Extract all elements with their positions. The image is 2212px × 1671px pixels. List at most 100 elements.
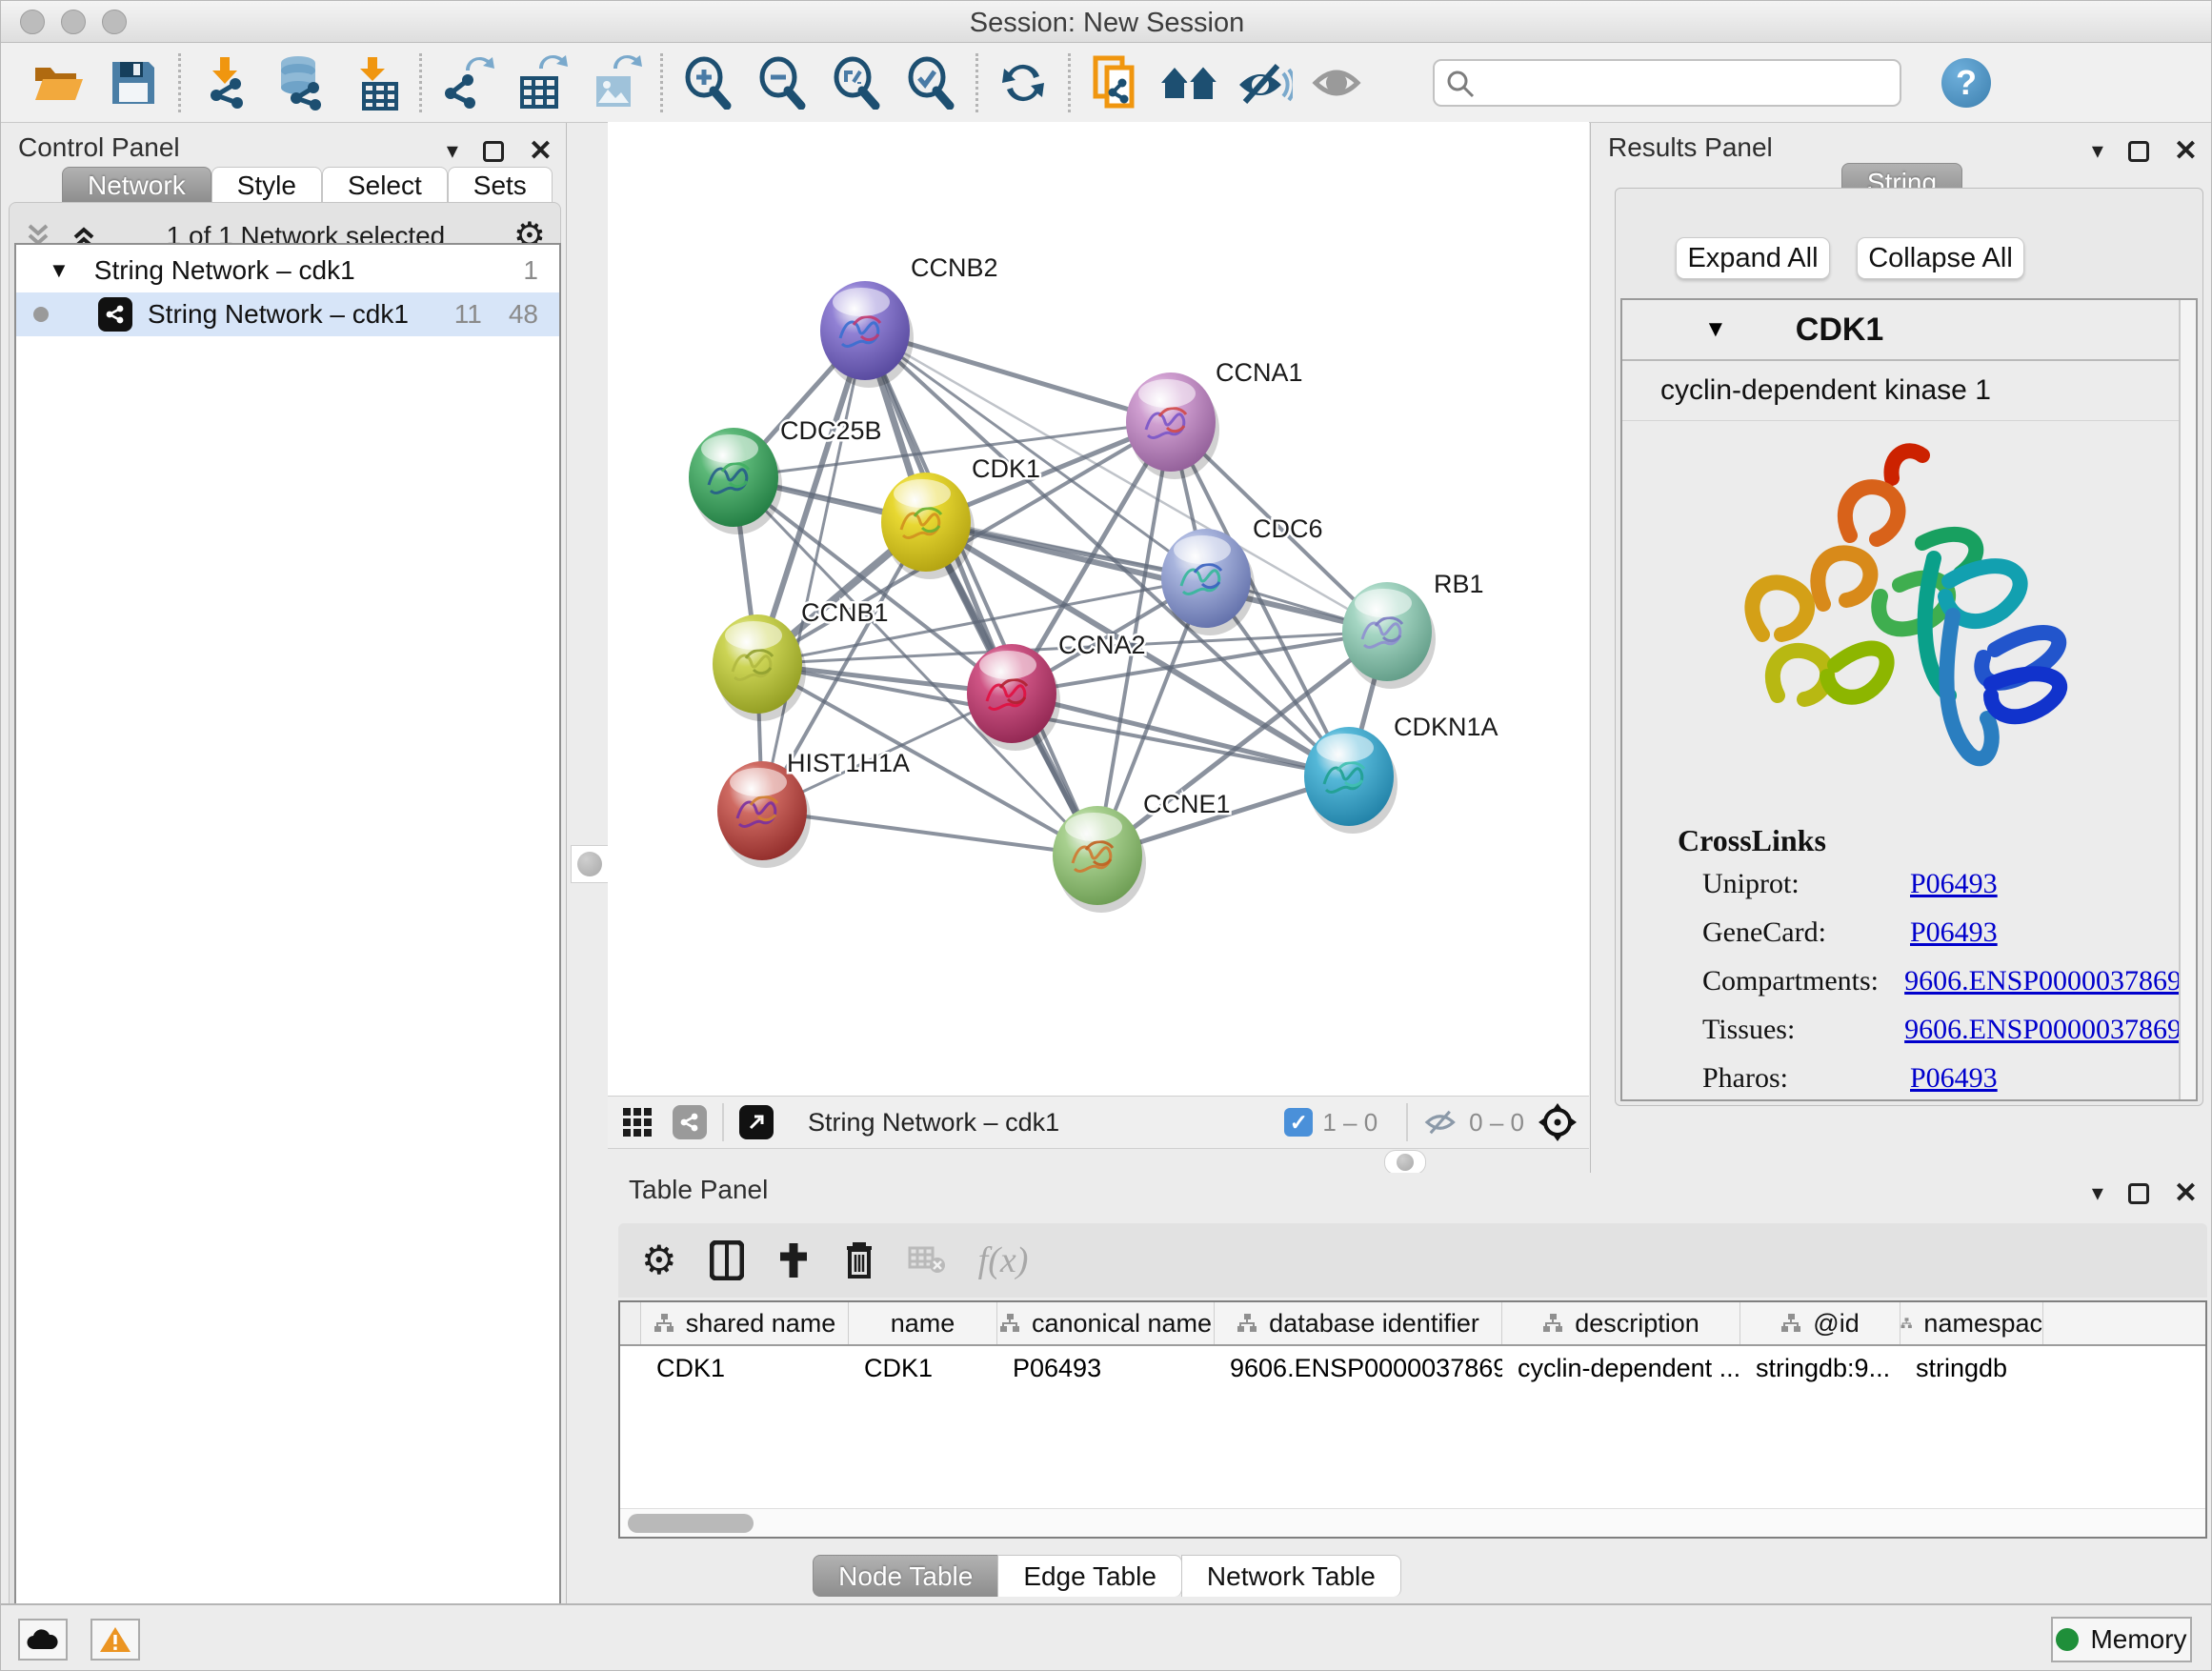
horizontal-splitter-handle[interactable] (1384, 1150, 1426, 1175)
crosslink-link[interactable]: 9606.ENSP00000378699 (1904, 1014, 2196, 1046)
expand-all-button[interactable]: Expand All (1676, 237, 1830, 279)
tab-network-table[interactable]: Network Table (1181, 1555, 1401, 1597)
column-header-description[interactable]: description (1502, 1302, 1740, 1344)
import-network-file-button[interactable] (189, 49, 263, 117)
edge-HIST1H1A-CCNE1[interactable] (762, 811, 1097, 856)
network-name-label: String Network – cdk1 (148, 299, 409, 330)
node-RB1[interactable]: RB1 (1342, 570, 1484, 689)
open-in-window-button[interactable] (739, 1105, 774, 1139)
network-view-canvas[interactable]: CCNB2CCNA1CDC25BCDK1CDC6RB1CCNB1CCNA2CDK… (608, 122, 1589, 1096)
collapse-gene-icon[interactable]: ▼ (1704, 316, 1727, 343)
zoom-in-button[interactable] (671, 49, 745, 117)
search-input[interactable] (1433, 59, 1901, 107)
table-cell[interactable]: P06493 (997, 1348, 1215, 1390)
network-tree-child-row[interactable]: String Network – cdk1 11 48 (16, 292, 559, 336)
string-view-icon[interactable] (673, 1105, 707, 1139)
delete-column-icon[interactable] (843, 1240, 875, 1280)
table-cell[interactable]: CDK1 (641, 1348, 849, 1390)
memory-button[interactable]: Memory (2051, 1617, 2192, 1662)
node-CDC6[interactable]: CDC6 (1161, 514, 1323, 635)
open-session-button[interactable] (22, 49, 96, 117)
selected-checkbox-icon[interactable]: ✓ (1284, 1108, 1313, 1137)
vertical-splitter-handle[interactable] (571, 845, 609, 883)
table-horizontal-scrollbar[interactable] (620, 1508, 2205, 1537)
current-network-name: String Network – cdk1 (808, 1108, 1059, 1137)
table-cell[interactable]: cyclin-dependent ... (1502, 1348, 1740, 1390)
table-cell[interactable]: 9606.ENSP00000378699 (1215, 1348, 1502, 1390)
column-header-name[interactable]: name (849, 1302, 997, 1344)
crosslink-link[interactable]: P06493 (1910, 916, 1998, 949)
node-CCNB2[interactable]: CCNB2 (820, 253, 998, 388)
export-network-button[interactable] (430, 49, 504, 117)
show-hidden-button[interactable] (1301, 49, 1376, 117)
node-CCNA1[interactable]: CCNA1 (1126, 358, 1303, 479)
network-graph[interactable]: CCNB2CCNA1CDC25BCDK1CDC6RB1CCNB1CCNA2CDK… (608, 122, 1589, 1096)
node-CDKN1A[interactable]: CDKN1A (1304, 713, 1498, 834)
birds-eye-view-icon[interactable] (1538, 1102, 1578, 1142)
help-button[interactable]: ? (1941, 58, 1991, 108)
column-header-database-identifier[interactable]: database identifier (1215, 1302, 1502, 1344)
eye-gray-icon (1310, 58, 1367, 108)
collapse-all-button[interactable]: Collapse All (1857, 237, 2024, 279)
table-options-gear-icon[interactable]: ⚙ (641, 1240, 677, 1280)
column-header-canonical-name[interactable]: canonical name (997, 1302, 1215, 1344)
tab-style[interactable]: Style (211, 167, 322, 203)
node-CCNE1[interactable]: CCNE1 (1053, 790, 1231, 913)
collapse-panel-icon[interactable]: ▾ (2092, 1179, 2103, 1207)
column-header-shared-name[interactable]: shared name (641, 1302, 849, 1344)
gene-header-row[interactable]: ▼ CDK1 (1622, 300, 2196, 361)
zoom-fit-button[interactable] (819, 49, 894, 117)
create-column-icon[interactable] (776, 1241, 811, 1279)
grid-view-icon[interactable] (621, 1106, 654, 1138)
float-panel-icon[interactable] (2128, 1183, 2149, 1204)
table-cell[interactable]: CDK1 (849, 1348, 997, 1390)
column-header--id[interactable]: @id (1740, 1302, 1900, 1344)
collapse-panel-icon[interactable]: ▾ (2092, 137, 2103, 165)
zoom-out-icon (755, 56, 809, 110)
warnings-button[interactable] (90, 1619, 140, 1661)
tab-network[interactable]: Network (62, 167, 211, 203)
cloud-button[interactable] (18, 1619, 68, 1661)
tab-sets[interactable]: Sets (448, 167, 553, 203)
import-network-database-button[interactable] (263, 49, 337, 117)
table-cell[interactable]: stringdb (1900, 1348, 2043, 1390)
toolbar-separator (1068, 53, 1071, 112)
zoom-selected-button[interactable] (894, 49, 968, 117)
table-data-row[interactable]: CDK1CDK1P064939606.ENSP00000378699cyclin… (620, 1348, 2207, 1390)
save-session-button[interactable] (96, 49, 171, 117)
crosslink-row: Tissues:9606.ENSP00000378699 (1702, 1014, 2196, 1046)
export-image-button[interactable] (578, 49, 653, 117)
tree-expand-icon[interactable]: ▼ (49, 258, 70, 283)
table-cell[interactable]: stringdb:9... (1740, 1348, 1900, 1390)
results-scrollbar[interactable] (2179, 300, 2196, 1099)
scrollbar-thumb[interactable] (628, 1514, 754, 1533)
column-header-namespac[interactable]: namespac (1900, 1302, 2043, 1344)
crosslink-link[interactable]: P06493 (1910, 1062, 1998, 1095)
import-table-file-button[interactable] (337, 49, 412, 117)
crosslink-link[interactable]: P06493 (1910, 868, 1998, 900)
show-all-networks-button[interactable] (1153, 49, 1227, 117)
node-HIST1H1A[interactable]: HIST1H1A (717, 749, 910, 868)
column-type-icon (1237, 1313, 1257, 1334)
close-panel-icon[interactable]: ✕ (2174, 1177, 2198, 1210)
node-CDK1[interactable]: CDK1 (881, 454, 1040, 579)
float-panel-icon[interactable] (483, 141, 504, 162)
crosslink-label: GeneCard: (1702, 916, 1910, 949)
tab-select[interactable]: Select (322, 167, 448, 203)
close-panel-icon[interactable]: ✕ (529, 134, 553, 168)
crosslink-link[interactable]: 9606.ENSP00000378699 (1904, 965, 2196, 997)
export-table-button[interactable] (504, 49, 578, 117)
show-columns-icon[interactable] (710, 1240, 744, 1280)
edge-CCNB2-HIST1H1A[interactable] (762, 331, 865, 811)
apply-layout-button[interactable] (986, 49, 1060, 117)
tab-node-table[interactable]: Node Table (813, 1555, 998, 1597)
node-table[interactable]: shared namenamecanonical name database id… (618, 1300, 2207, 1539)
column-header-label: database identifier (1269, 1309, 1479, 1339)
collapse-panel-icon[interactable]: ▾ (447, 137, 458, 165)
hide-selected-button[interactable] (1227, 49, 1301, 117)
network-tree-root-row[interactable]: ▼ String Network – cdk1 1 (16, 249, 559, 292)
duplicate-network-button[interactable] (1078, 49, 1153, 117)
tab-edge-table[interactable]: Edge Table (997, 1555, 1182, 1597)
zoom-out-button[interactable] (745, 49, 819, 117)
float-panel-icon[interactable] (2128, 141, 2149, 162)
